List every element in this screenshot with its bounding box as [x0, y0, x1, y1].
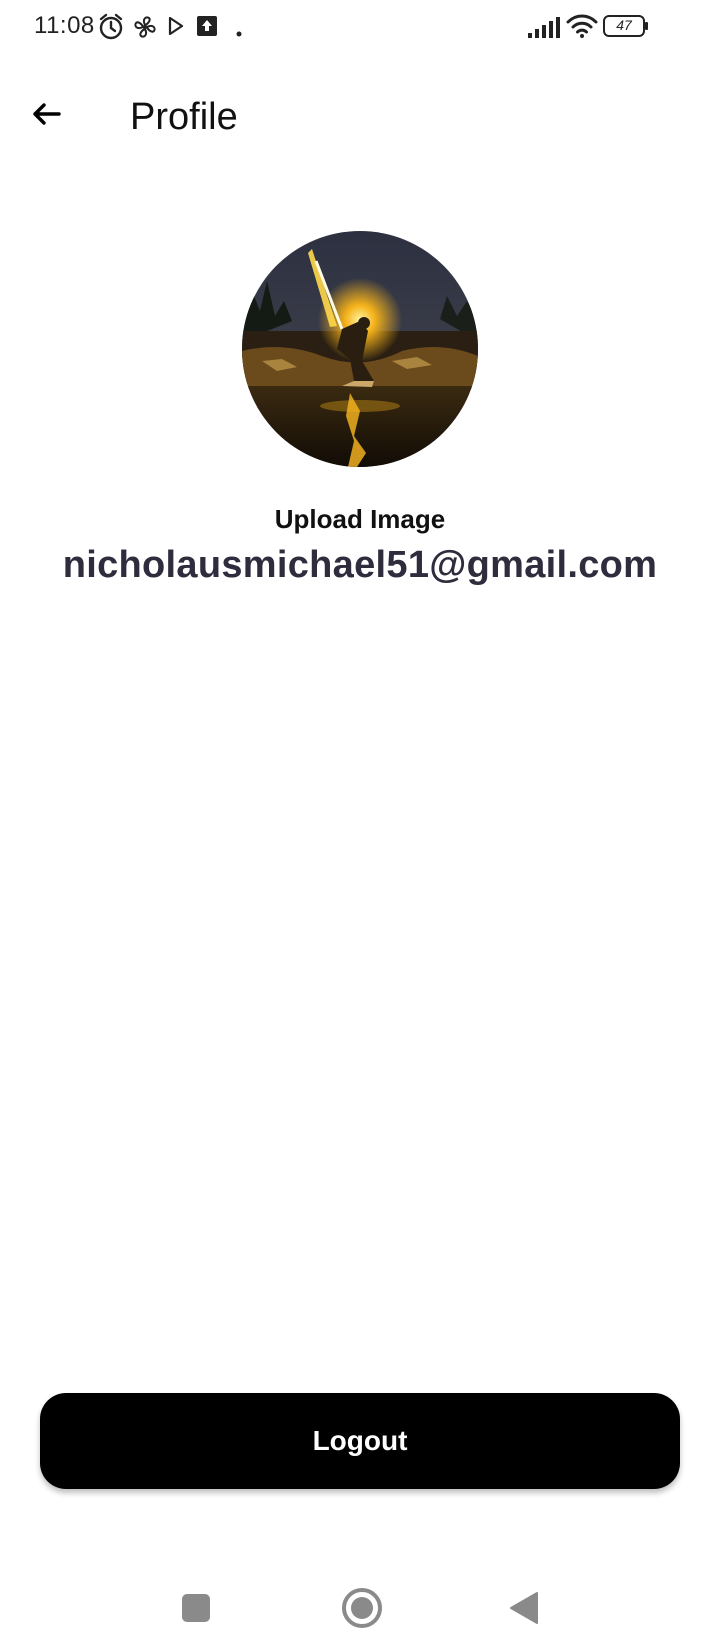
profile-photo — [242, 231, 478, 467]
logout-button[interactable]: Logout — [40, 1393, 680, 1489]
alarm-icon — [98, 13, 124, 46]
play-store-icon — [168, 16, 184, 40]
page-title: Profile — [130, 96, 238, 138]
status-bar: 11:08 47 — [0, 0, 720, 56]
profile-avatar[interactable] — [242, 231, 478, 467]
signal-icon — [528, 16, 560, 43]
back-button[interactable] — [22, 92, 70, 140]
fan-icon — [132, 13, 158, 46]
wifi-icon — [566, 14, 598, 43]
user-email: nicholausmichael51@gmail.com — [62, 544, 658, 586]
recents-button[interactable] — [168, 1582, 224, 1638]
upload-icon — [196, 15, 218, 42]
arrow-left-icon — [31, 102, 61, 131]
home-circle-icon — [341, 1587, 383, 1634]
system-nav-bar — [0, 1560, 720, 1650]
battery-level: 47 — [616, 17, 632, 33]
back-triangle-icon — [509, 1591, 539, 1630]
recents-square-icon — [181, 1593, 211, 1628]
upload-image-button[interactable]: Upload Image — [0, 504, 720, 535]
app-bar: Profile — [0, 80, 720, 160]
home-button[interactable] — [334, 1582, 390, 1638]
battery-icon: 47 — [603, 14, 649, 43]
status-time: 11:08 — [34, 12, 95, 39]
profile-screen: 11:08 47 Profile Upload Image nicholausm… — [0, 0, 720, 1650]
back-nav-button[interactable] — [496, 1582, 552, 1638]
dot-icon — [236, 24, 242, 42]
